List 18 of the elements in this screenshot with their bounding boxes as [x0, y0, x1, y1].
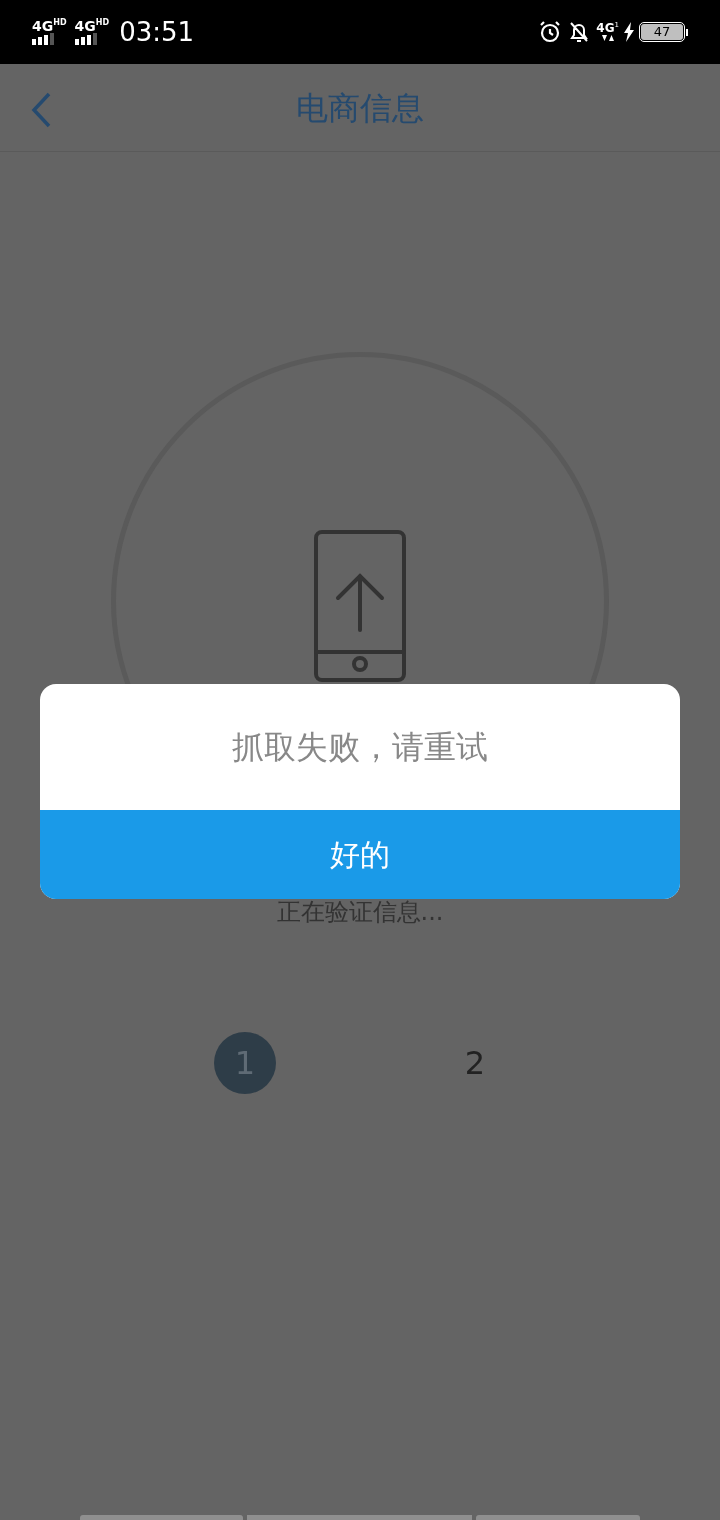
- charging-icon: [623, 22, 635, 42]
- dialog-message: 抓取失败，请重试: [232, 727, 488, 768]
- network-label: 4G: [74, 19, 96, 33]
- data-arrows-icon: [600, 34, 615, 42]
- step-indicator: 2: [463, 1043, 487, 1084]
- back-icon[interactable]: [30, 92, 52, 128]
- page-title: 电商信息: [296, 87, 424, 129]
- network-label: 4G: [32, 19, 54, 33]
- hd-label: HD: [95, 19, 110, 27]
- battery-indicator: 47: [639, 22, 685, 42]
- clock: 03:51: [119, 15, 195, 49]
- confirm-button[interactable]: 好的: [40, 810, 680, 899]
- hd-label: HD: [53, 19, 67, 27]
- data-network-label: 4G: [596, 22, 615, 34]
- phone-upload-icon: [314, 530, 406, 682]
- muted-bell-icon: [568, 20, 591, 44]
- signal-icon: [32, 33, 54, 45]
- signal-icon: [74, 33, 97, 45]
